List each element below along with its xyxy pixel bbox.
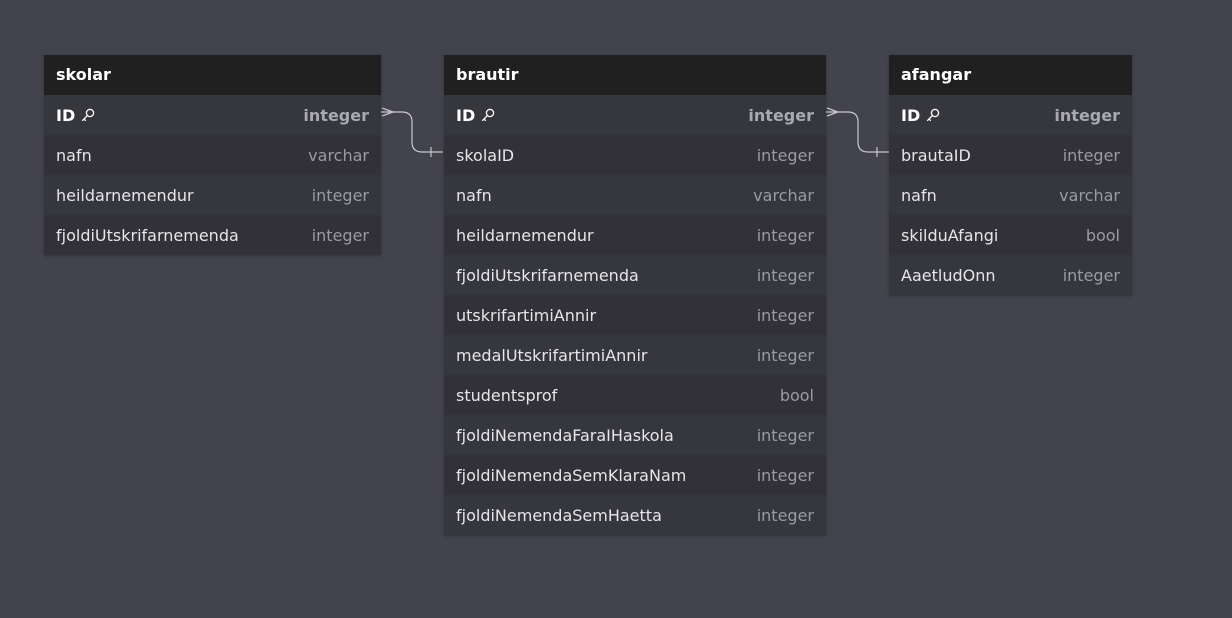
field-name: skolaID [456,145,515,165]
diagram-canvas: skolar ID integer nafn varchar heildarne… [0,0,1232,618]
field-row-brautir-nafn[interactable]: nafn varchar [444,175,826,215]
connector-line-brautir-afangar [826,111,889,153]
connector-line-skolar-brautir [381,111,443,153]
field-type: integer [1062,145,1120,165]
table-header-brautir[interactable]: brautir [444,55,826,95]
field-type: bool [779,385,814,405]
field-type: integer [1062,265,1120,285]
table-skolar[interactable]: skolar ID integer nafn varchar heildarne… [44,55,381,255]
field-row-brautir-fjoldinemendasemhaetta[interactable]: fjoldiNemendaSemHaetta integer [444,495,826,535]
field-name: studentsprof [456,385,558,405]
field-row-brautir-fjoldinemendafaraihaskola[interactable]: fjoldiNemendaFaraIHaskola integer [444,415,826,455]
field-name: AaetludOnn [901,265,996,285]
field-type: varchar [753,185,814,205]
table-afangar[interactable]: afangar ID integer brautaID integer nafn… [889,55,1132,295]
field-type: integer [756,145,814,165]
field-name: nafn [901,185,937,205]
field-row-brautir-heildarnemendur[interactable]: heildarnemendur integer [444,215,826,255]
field-type: varchar [308,145,369,165]
key-icon [81,108,95,122]
field-type: integer [756,345,814,365]
key-icon [481,108,495,122]
field-row-brautir-id[interactable]: ID integer [444,95,826,135]
crows-foot-many-brautir [826,107,840,117]
field-type: integer [756,505,814,525]
field-row-afangar-nafn[interactable]: nafn varchar [889,175,1132,215]
field-row-skolar-heildarnemendur[interactable]: heildarnemendur integer [44,175,381,215]
relation-skolar-brautir[interactable] [381,107,443,157]
crows-foot-many-skolar [381,107,395,117]
field-name: fjoldiNemendaSemKlaraNam [456,465,687,485]
field-row-brautir-fjoldiutskrifarnemenda[interactable]: fjoldiUtskrifarnemenda integer [444,255,826,295]
field-type: integer [311,225,369,245]
field-row-afangar-id[interactable]: ID integer [889,95,1132,135]
field-row-brautir-utskrifartimiannir[interactable]: utskrifartimiAnnir integer [444,295,826,335]
field-type: integer [756,465,814,485]
field-type: integer [756,225,814,245]
field-type: integer [748,105,814,125]
field-name: nafn [456,185,492,205]
field-name: utskrifartimiAnnir [456,305,597,325]
field-name: skilduAfangi [901,225,999,245]
field-name: nafn [56,145,92,165]
field-name: fjoldiNemendaSemHaetta [456,505,662,525]
field-name: ID [456,105,476,125]
field-type: varchar [1059,185,1120,205]
table-header-afangar[interactable]: afangar [889,55,1132,95]
field-type: integer [756,305,814,325]
field-row-brautir-fjoldinemendasemklaranam[interactable]: fjoldiNemendaSemKlaraNam integer [444,455,826,495]
field-row-skolar-fjoldiutskrifarnemenda[interactable]: fjoldiUtskrifarnemenda integer [44,215,381,255]
field-name: brautaID [901,145,971,165]
field-row-skolar-id[interactable]: ID integer [44,95,381,135]
field-row-brautir-studentsprof[interactable]: studentsprof bool [444,375,826,415]
field-row-brautir-skolaid[interactable]: skolaID integer [444,135,826,175]
field-name: heildarnemendur [56,185,194,205]
field-row-skolar-nafn[interactable]: nafn varchar [44,135,381,175]
field-name: medalUtskrifartimiAnnir [456,345,648,365]
field-type: bool [1085,225,1120,245]
field-type: integer [756,265,814,285]
table-header-skolar[interactable]: skolar [44,55,381,95]
field-name: fjoldiUtskrifarnemenda [56,225,239,245]
field-name: ID [56,105,76,125]
field-row-afangar-aaetludonn[interactable]: AaetludOnn integer [889,255,1132,295]
field-name: fjoldiUtskrifarnemenda [456,265,639,285]
field-name: ID [901,105,921,125]
field-type: integer [1054,105,1120,125]
relation-brautir-afangar[interactable] [826,107,889,157]
field-type: integer [303,105,369,125]
field-type: integer [756,425,814,445]
field-row-brautir-medalutskrifartimiannir[interactable]: medalUtskrifartimiAnnir integer [444,335,826,375]
field-row-afangar-brautaid[interactable]: brautaID integer [889,135,1132,175]
field-type: integer [311,185,369,205]
field-name: heildarnemendur [456,225,594,245]
table-brautir[interactable]: brautir ID integer skolaID integer nafn … [444,55,826,535]
field-name: fjoldiNemendaFaraIHaskola [456,425,674,445]
field-row-afangar-skilduafangi[interactable]: skilduAfangi bool [889,215,1132,255]
key-icon [926,108,940,122]
